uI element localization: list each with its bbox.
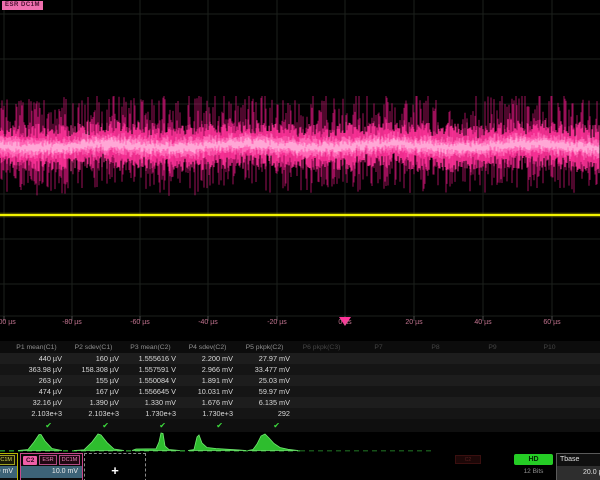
time-axis-label: -100 µs [0,319,16,326]
adc-bits-label: 12 Bits [514,468,553,475]
measure-cell: 474 µV [8,387,65,396]
timebase-value: 20.0 µs/div [557,466,600,480]
c1-vdiv-value: 10.0 mV [0,466,17,478]
measure-cell: 1.390 µV [65,398,122,407]
param-header-p2[interactable]: P2 sdev(C1) [65,344,122,351]
hd-indicator: HD 12 Bits [514,454,553,475]
c2-coupling-tag: DC1M [59,455,81,465]
timebase-descriptor[interactable]: Tbase 20.0 µs/div [556,453,600,480]
measure-cell: 32.16 µV [8,398,65,407]
measurement-table: P1 mean(C1)P2 sdev(C1)P3 mean(C2)P4 sdev… [0,341,600,432]
measure-cell: 1.556645 V [122,387,179,396]
measure-row: 474 µV167 µV1.556645 V10.031 mV59.97 mV [0,386,600,397]
plus-icon: + [111,464,119,477]
param-header-p6[interactable]: P6 pkpk(C3) [293,344,350,351]
time-axis-label: 40 µs [474,319,491,326]
param-header-p1[interactable]: P1 mean(C1) [8,344,65,351]
param-histicon-p4[interactable] [188,435,246,451]
timebase-label: Tbase [557,454,600,466]
time-axis-label: 20 µs [405,319,422,326]
measure-cell: 10.031 mV [179,387,236,396]
measure-cell: 1.891 mV [179,376,236,385]
param-header-p3[interactable]: P3 mean(C2) [122,344,179,351]
c2-waveform [0,96,599,196]
measure-cell: 263 µV [8,376,65,385]
c2-trace-label-chip: ESR DC1M [2,1,43,10]
measure-cell: 2.103e+3 [65,409,122,418]
histicon-strip [0,428,600,456]
measure-cell: 2.966 mV [179,365,236,374]
measure-cell: 1.557591 V [122,365,179,374]
measure-row: 2.103e+32.103e+31.730e+31.730e+3292 [0,408,600,419]
time-axis-label: -20 µs [267,319,287,326]
measure-cell: 1.730e+3 [122,409,179,418]
measure-cell: 6.135 mV [236,398,293,407]
add-trace-button[interactable]: + [84,453,146,480]
trigger-descriptor[interactable]: C2 [455,455,481,464]
measure-cell: 155 µV [65,376,122,385]
hd-badge: HD [514,454,553,465]
measure-cell: 33.477 mV [236,365,293,374]
measure-cell: 1.555616 V [122,354,179,363]
channel-descriptor-c2[interactable]: C2 ESR DC1M 10.0 mV [20,453,83,480]
c2-esr-tag: ESR [39,455,56,465]
measure-cell: 1.730e+3 [179,409,236,418]
measure-row: 363.98 µV158.308 µV1.557591 V2.966 mV33.… [0,364,600,375]
param-histicon-p2[interactable] [74,434,124,451]
measure-row: 32.16 µV1.390 µV1.330 mV1.676 mV6.135 mV [0,397,600,408]
plot-area [0,0,600,332]
c1-coupling-tag: DC1M [0,455,15,465]
measure-row: 263 µV155 µV1.550084 V1.891 mV25.03 mV [0,375,600,386]
time-axis: -100 µs -80 µs -60 µs -40 µs -20 µs 0 µs 20 µs… [0,317,600,330]
measure-cell: 440 µV [8,354,65,363]
c2-badge: C2 [23,456,37,465]
time-axis-label: 0 µs [338,319,351,326]
measure-cell: 2.200 mV [179,354,236,363]
param-header-p9[interactable]: P9 [464,344,521,351]
param-header-p8[interactable]: P8 [407,344,464,351]
measure-cell: 2.103e+3 [8,409,65,418]
param-header-p4[interactable]: P4 sdev(C2) [179,344,236,351]
param-histicon-p5[interactable] [248,434,298,451]
measure-cell: 27.97 mV [236,354,293,363]
time-axis-label: -40 µs [198,319,218,326]
param-histicon-p3[interactable] [132,433,180,451]
param-header-p7[interactable]: P7 [350,344,407,351]
param-histicon-p1[interactable] [18,435,62,451]
oscilloscope-screen: ESR DC1M -100 µs -80 µs -60 µs -40 µs -20 µs… [0,0,600,480]
c2-vdiv-value: 10.0 mV [21,466,82,478]
measure-cell: 25.03 mV [236,376,293,385]
time-axis-label: -60 µs [130,319,150,326]
measure-header-row: P1 mean(C1)P2 sdev(C1)P3 mean(C2)P4 sdev… [0,341,600,353]
param-header-p5[interactable]: P5 pkpk(C2) [236,344,293,351]
measure-cell: 292 [236,409,293,418]
measure-cell: 1.676 mV [179,398,236,407]
measure-cell: 363.98 µV [8,365,65,374]
measure-row: 440 µV160 µV1.555616 V2.200 mV27.97 mV [0,353,600,364]
measure-cell: 167 µV [65,387,122,396]
measure-cell: 158.308 µV [65,365,122,374]
measure-cell: 160 µV [65,354,122,363]
measure-cell: 59.97 mV [236,387,293,396]
measure-cell: 1.330 mV [122,398,179,407]
time-axis-label: -80 µs [62,319,82,326]
param-header-p10[interactable]: P10 [521,344,578,351]
measure-cell: 1.550084 V [122,376,179,385]
time-axis-label: 60 µs [543,319,560,326]
channel-descriptor-c1[interactable]: C1 ESR DC1M 10.0 mV [0,453,18,480]
